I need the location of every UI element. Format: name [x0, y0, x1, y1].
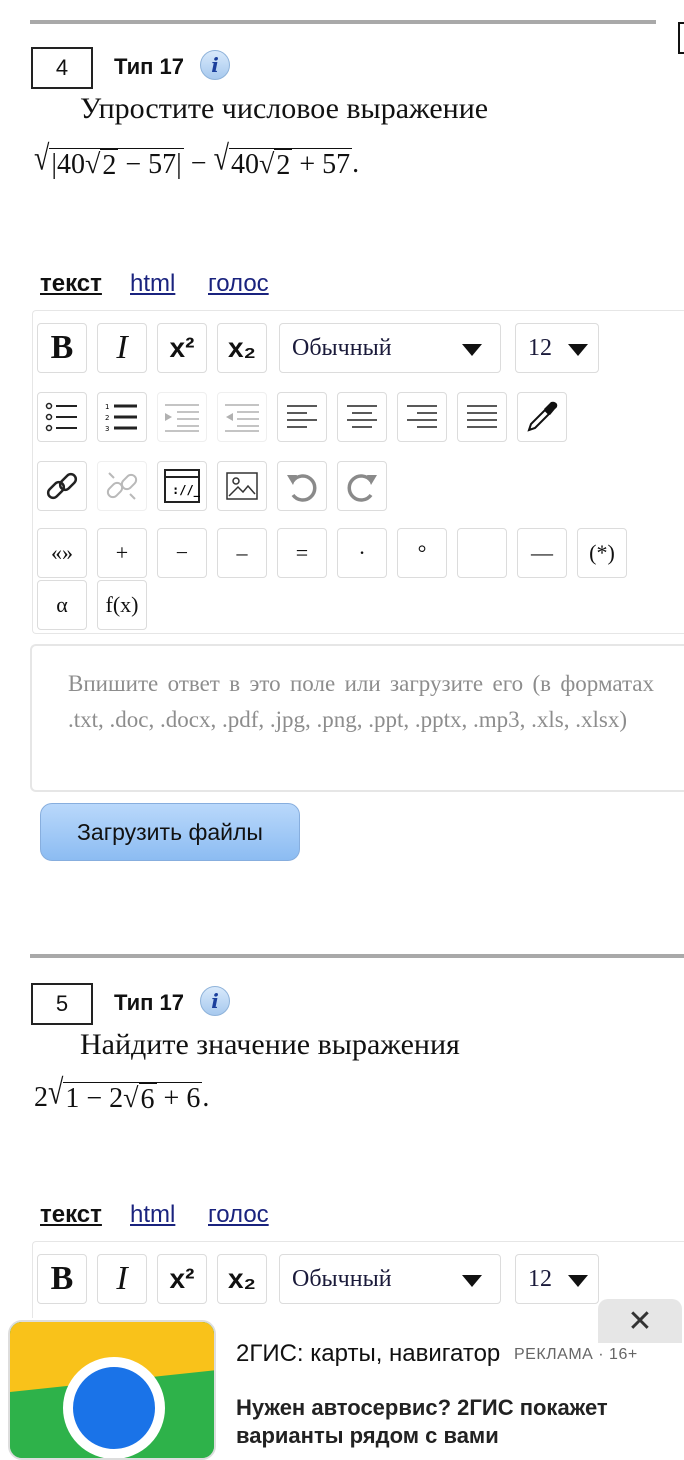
chevron-down-icon — [568, 344, 588, 356]
undo-icon — [287, 474, 317, 502]
color-picker-button[interactable] — [517, 392, 567, 442]
math-expression: √ |40 √ 2 − 57| − √ 40 √ 2 + 57. — [34, 139, 360, 182]
link-button[interactable] — [37, 461, 87, 511]
image-button[interactable] — [217, 461, 267, 511]
numbered-list-button[interactable]: 1 2 3 — [97, 392, 147, 442]
bold-button[interactable]: B — [37, 323, 87, 373]
size-select[interactable]: 12 — [515, 1254, 599, 1304]
bullet-list-icon — [45, 402, 77, 432]
image-icon — [226, 472, 258, 500]
align-center-icon — [347, 405, 377, 428]
tab-text[interactable]: текст — [40, 1201, 102, 1229]
close-icon[interactable]: ✕ — [598, 1299, 682, 1343]
align-left-button[interactable] — [277, 392, 327, 442]
char-plus-button[interactable]: + — [97, 528, 147, 578]
edge-fragment — [678, 22, 684, 54]
problem-number: 5 — [31, 983, 93, 1025]
italic-button[interactable]: I — [97, 1254, 147, 1304]
unlink-button[interactable] — [97, 461, 147, 511]
char-degree-button[interactable]: ° — [397, 528, 447, 578]
tab-html[interactable]: html — [130, 270, 175, 298]
chevron-down-icon — [568, 1275, 588, 1287]
info-icon[interactable]: i — [200, 986, 230, 1016]
align-justify-icon — [467, 405, 497, 428]
ad-text[interactable]: Нужен автосервис? 2ГИС покажет варианты … — [236, 1394, 666, 1450]
info-icon[interactable]: i — [200, 50, 230, 80]
tab-voice[interactable]: голос — [208, 1201, 269, 1229]
embed-icon: ://_ — [164, 469, 200, 503]
problem-type: Тип 17 — [114, 990, 184, 1015]
math-expression: 2 √ 1 − 2 √ 6 + 6. — [34, 1073, 210, 1116]
char-equals-button[interactable]: = — [277, 528, 327, 578]
chevron-down-icon — [462, 1275, 482, 1287]
char-quotes-button[interactable]: «» — [37, 528, 87, 578]
char-middot-button[interactable]: · — [337, 528, 387, 578]
style-select[interactable]: Обычный — [279, 1254, 501, 1304]
ad-label: РЕКЛАМА · 16+ — [514, 1346, 638, 1363]
char-minus-button[interactable]: − — [157, 528, 207, 578]
problem-separator — [30, 954, 684, 958]
char-footnote-button[interactable]: (*) — [577, 528, 627, 578]
char-endash-button[interactable]: – — [217, 528, 267, 578]
char-emdash-button[interactable]: — — [517, 528, 567, 578]
align-center-button[interactable] — [337, 392, 387, 442]
upload-files-button[interactable]: Загрузить файлы — [40, 803, 300, 861]
function-button[interactable]: f(x) — [97, 580, 147, 630]
superscript-button[interactable]: x² — [157, 1254, 207, 1304]
top-separator — [30, 20, 656, 24]
subscript-button[interactable]: x₂ — [217, 323, 267, 373]
chevron-down-icon — [462, 344, 482, 356]
align-right-icon — [407, 405, 437, 428]
style-select[interactable]: Обычный — [279, 323, 501, 373]
italic-button[interactable]: I — [97, 323, 147, 373]
link-icon — [46, 472, 78, 500]
align-justify-button[interactable] — [457, 392, 507, 442]
question-text: Упростите числовое выражение — [80, 92, 489, 125]
answer-field[interactable]: Впишите ответ в это поле или загрузите е… — [30, 644, 684, 792]
align-left-icon — [287, 405, 317, 428]
eyedropper-icon — [527, 401, 558, 432]
size-select[interactable]: 12 — [515, 323, 599, 373]
greek-letters-button[interactable]: α — [37, 580, 87, 630]
problem-number: 4 — [31, 47, 93, 89]
2gis-logo — [8, 1320, 216, 1460]
outdent-button[interactable] — [217, 392, 267, 442]
svg-text:://_: ://_ — [172, 483, 200, 498]
redo-icon — [347, 474, 377, 502]
answer-placeholder: Впишите ответ в это поле или загрузите е… — [68, 671, 654, 732]
tab-html[interactable]: html — [130, 1201, 175, 1229]
tab-voice[interactable]: голос — [208, 270, 269, 298]
indent-icon — [165, 404, 199, 432]
tab-text[interactable]: текст — [40, 270, 102, 298]
superscript-button[interactable]: x² — [157, 323, 207, 373]
embed-button[interactable]: ://_ — [157, 461, 207, 511]
indent-button[interactable] — [157, 392, 207, 442]
ad-title[interactable]: 2ГИС: карты, навигатор — [236, 1340, 504, 1368]
unlink-icon — [106, 472, 138, 500]
align-right-button[interactable] — [397, 392, 447, 442]
svg-text:1: 1 — [105, 403, 109, 411]
undo-button[interactable] — [277, 461, 327, 511]
svg-text:3: 3 — [105, 425, 109, 432]
svg-text:2: 2 — [105, 414, 109, 422]
char-space-button[interactable] — [457, 528, 507, 578]
problem-type: Тип 17 — [114, 54, 184, 79]
bullet-list-button[interactable] — [37, 392, 87, 442]
editor-toolbar: B I x² x₂ Обычный 12 123 ://_ «» + − – =… — [32, 310, 684, 634]
redo-button[interactable] — [337, 461, 387, 511]
numbered-list-icon: 1 2 3 — [105, 403, 137, 432]
bold-button[interactable]: B — [37, 1254, 87, 1304]
outdent-icon — [225, 404, 259, 432]
subscript-button[interactable]: x₂ — [217, 1254, 267, 1304]
question-text: Найдите значение выражения — [80, 1028, 460, 1061]
